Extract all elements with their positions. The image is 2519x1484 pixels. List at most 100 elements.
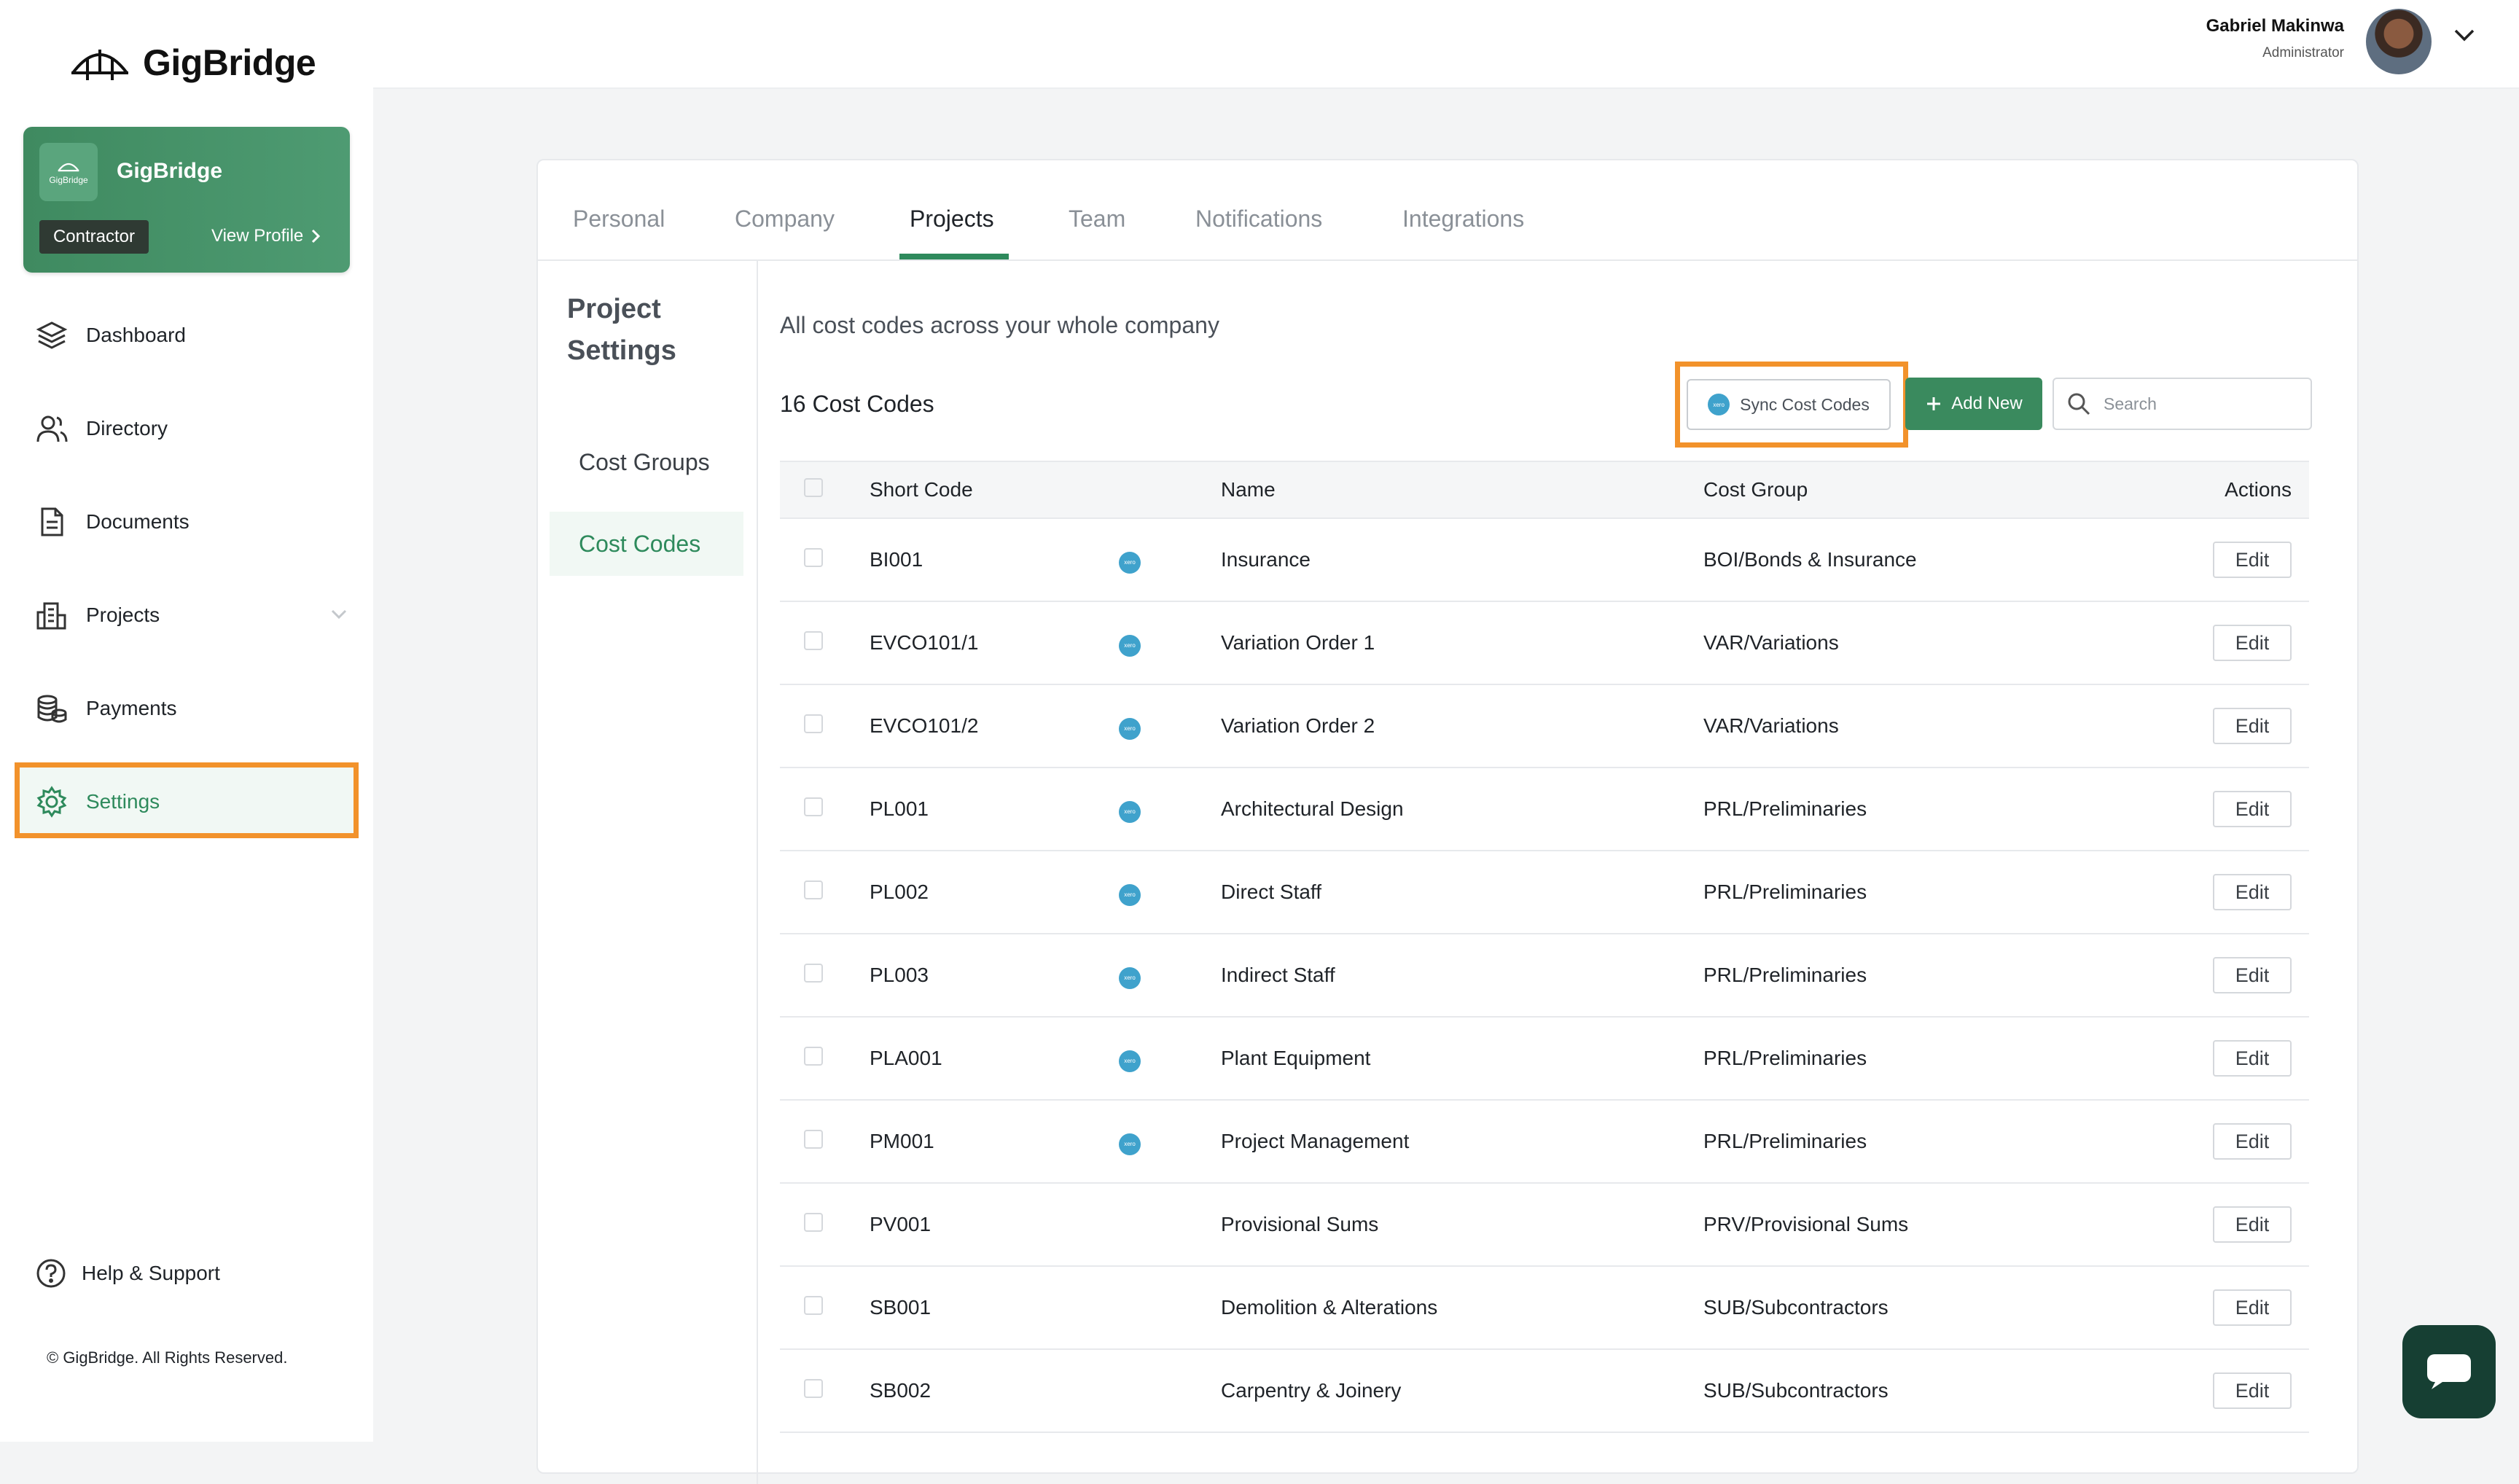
nav-projects[interactable]: Projects (35, 592, 347, 638)
row-checkbox[interactable] (804, 1046, 823, 1066)
table-row: PM001 xero Project Management PRL/Prelimina… (780, 1100, 2309, 1184)
chevron-down-icon[interactable] (2453, 28, 2475, 42)
header-sync (1118, 461, 1220, 519)
edit-button[interactable]: Edit (2213, 791, 2292, 827)
row-cost-group: SUB/Subcontractors (1703, 1266, 2156, 1350)
row-cost-group: PRL/Preliminaries (1703, 768, 2156, 851)
row-sync-status: xero (1118, 601, 1220, 685)
tab-company[interactable]: Company (735, 206, 835, 233)
row-sync-status (1118, 1183, 1220, 1267)
settings-panel: Personal Company Projects Team Notificat… (536, 159, 2359, 1484)
row-checkbox[interactable] (804, 1212, 823, 1232)
chat-button[interactable] (2402, 1325, 2496, 1418)
edit-button[interactable]: Edit (2213, 625, 2292, 661)
nav-dashboard[interactable]: Dashboard (35, 312, 186, 359)
nav-documents[interactable]: Documents (35, 499, 190, 545)
tab-notifications[interactable]: Notifications (1195, 206, 1322, 233)
search-input[interactable] (2102, 393, 2295, 415)
row-select (780, 601, 869, 685)
row-short-code: SB001 (869, 1266, 1118, 1350)
sync-cost-codes-button[interactable]: xero Sync Cost Codes (1687, 379, 1891, 430)
nav-directory-label: Directory (86, 417, 168, 440)
layers-icon (35, 319, 69, 352)
company-logo-text: GigBridge (49, 175, 88, 185)
bridge-logo-icon (58, 163, 79, 172)
edit-button[interactable]: Edit (2213, 1289, 2292, 1326)
table-row: PLA001 xero Plant Equipment PRL/Preliminari… (780, 1017, 2309, 1101)
edit-button[interactable]: Edit (2213, 874, 2292, 910)
chat-icon (2427, 1354, 2471, 1389)
nav-payments[interactable]: Payments (35, 685, 177, 732)
tab-integrations[interactable]: Integrations (1402, 206, 1524, 233)
view-profile-link[interactable]: View Profile (211, 226, 321, 246)
row-checkbox[interactable] (804, 547, 823, 567)
select-all-checkbox[interactable] (804, 477, 823, 497)
table-row: EVCO101/1 xero Variation Order 1 VAR/Variat… (780, 601, 2309, 685)
edit-button[interactable]: Edit (2213, 1040, 2292, 1077)
row-checkbox[interactable] (804, 797, 823, 816)
row-actions: Edit (2156, 1266, 2309, 1350)
row-checkbox[interactable] (804, 714, 823, 733)
users-icon (35, 412, 69, 445)
menu-cost-groups[interactable]: Cost Groups (550, 430, 743, 494)
row-sync-status (1118, 1349, 1220, 1433)
edit-button[interactable]: Edit (2213, 1206, 2292, 1243)
row-short-code: PL003 (869, 934, 1118, 1018)
row-actions: Edit (2156, 768, 2309, 851)
cost-codes-table: Short Code Name Cost Group Actions BI001… (780, 461, 2309, 1433)
add-new-button[interactable]: Add New (1905, 378, 2042, 430)
nav-directory[interactable]: Directory (35, 405, 168, 452)
edit-button[interactable]: Edit (2213, 1123, 2292, 1160)
row-select (780, 934, 869, 1018)
row-checkbox[interactable] (804, 1295, 823, 1315)
question-icon (36, 1259, 66, 1288)
table-row: BI001 xero Insurance BOI/Bonds & Insurance E… (780, 518, 2309, 602)
row-name: Variation Order 2 (1220, 684, 1703, 768)
page-description: All cost codes across your whole company (780, 312, 1219, 338)
edit-button[interactable]: Edit (2213, 708, 2292, 744)
header-name: Name (1220, 461, 1703, 519)
nav-projects-label: Projects (86, 604, 160, 626)
edit-button[interactable]: Edit (2213, 957, 2292, 993)
row-name: Architectural Design (1220, 768, 1703, 851)
help-support-label: Help & Support (82, 1262, 220, 1284)
row-actions: Edit (2156, 1349, 2309, 1433)
search-icon (2068, 393, 2090, 415)
row-checkbox[interactable] (804, 1129, 823, 1149)
edit-button[interactable]: Edit (2213, 542, 2292, 578)
row-select (780, 768, 869, 851)
tab-projects[interactable]: Projects (910, 206, 994, 233)
table-header-row: Short Code Name Cost Group Actions (780, 461, 2309, 519)
tab-personal[interactable]: Personal (573, 206, 665, 233)
row-checkbox[interactable] (804, 880, 823, 899)
row-select (780, 1183, 869, 1267)
row-cost-group: PRL/Preliminaries (1703, 1100, 2156, 1184)
menu-cost-codes[interactable]: Cost Codes (550, 512, 743, 576)
row-checkbox[interactable] (804, 630, 823, 650)
search-box[interactable] (2053, 378, 2312, 430)
xero-icon: xero (1119, 551, 1141, 574)
row-actions: Edit (2156, 934, 2309, 1018)
nav-payments-label: Payments (86, 697, 177, 719)
xero-icon: xero (1119, 883, 1141, 906)
row-checkbox[interactable] (804, 1378, 823, 1398)
row-cost-group: VAR/Variations (1703, 601, 2156, 685)
row-cost-group: PRV/Provisional Sums (1703, 1183, 2156, 1267)
row-checkbox[interactable] (804, 963, 823, 983)
row-select (780, 684, 869, 768)
row-cost-group: PRL/Preliminaries (1703, 851, 2156, 934)
nav-settings[interactable]: Settings (35, 778, 160, 825)
tab-team[interactable]: Team (1069, 206, 1125, 233)
row-sync-status: xero (1118, 684, 1220, 768)
app-logo[interactable]: GigBridge (70, 41, 316, 85)
row-actions: Edit (2156, 1183, 2309, 1267)
project-settings-menu: Project Settings Cost Groups Cost Codes (538, 259, 758, 1484)
help-support-link[interactable]: Help & Support (35, 1257, 220, 1289)
role-badge: Contractor (39, 220, 149, 254)
row-cost-group: BOI/Bonds & Insurance (1703, 518, 2156, 602)
row-short-code: PL002 (869, 851, 1118, 934)
row-select (780, 1349, 869, 1433)
avatar[interactable] (2366, 9, 2432, 74)
edit-button[interactable]: Edit (2213, 1372, 2292, 1409)
row-sync-status: xero (1118, 768, 1220, 851)
